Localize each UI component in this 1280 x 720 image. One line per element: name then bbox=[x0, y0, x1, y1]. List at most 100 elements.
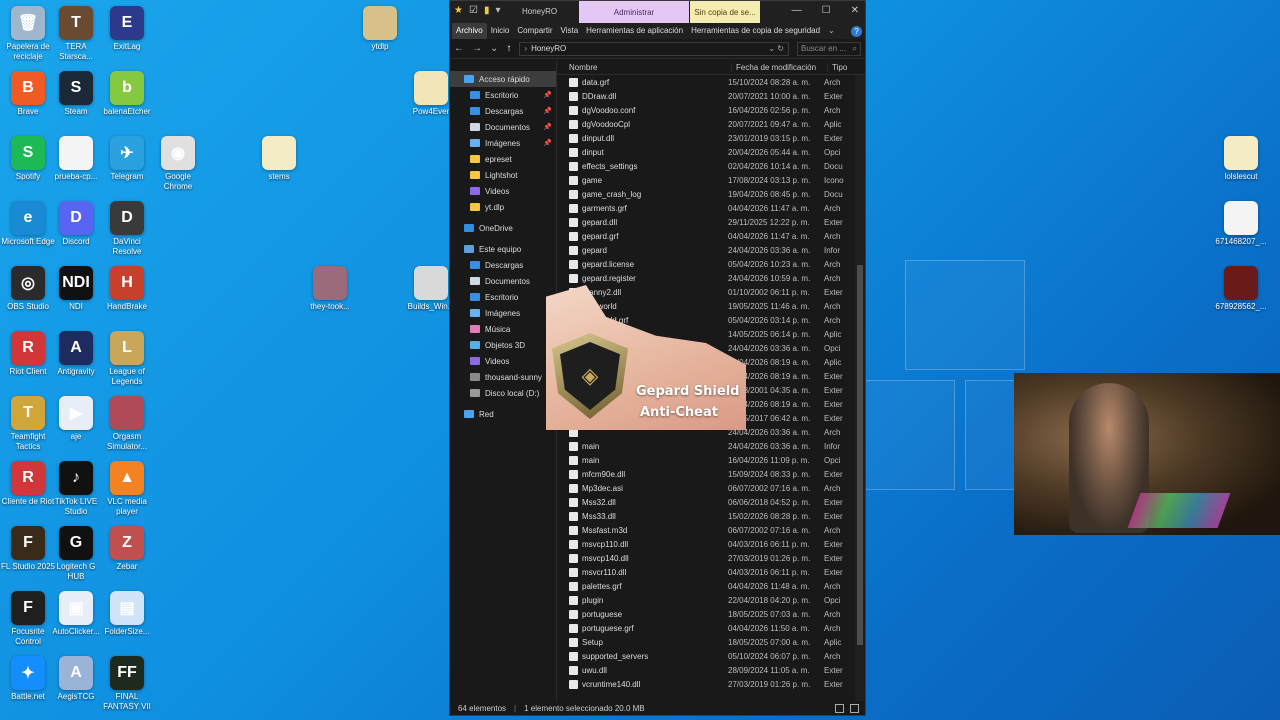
minimize-button[interactable]: — bbox=[792, 5, 802, 16]
expand-ribbon-icon[interactable]: ⌄ bbox=[824, 23, 839, 39]
file-row[interactable]: uwu.dll 28/09/2024 11:05 a. m. Exter bbox=[557, 663, 855, 677]
desktop-icon[interactable]: A AegisTCG bbox=[48, 656, 104, 702]
desktop-icon[interactable]: E ExitLag bbox=[99, 6, 155, 52]
desktop-icon[interactable]: G Logitech G HUB bbox=[48, 526, 104, 582]
refresh-icon[interactable]: ⌄ ↻ bbox=[768, 44, 784, 53]
file-row[interactable]: gepard.license 05/04/2026 10:23 a. m. Arch bbox=[557, 257, 855, 271]
file-row[interactable]: portuguese.grf 04/04/2026 11:50 a. m. Arch bbox=[557, 621, 855, 635]
nav-item[interactable]: epreset bbox=[450, 151, 556, 167]
file-row[interactable]: portuguese 18/05/2025 07:03 a. m. Arch bbox=[557, 607, 855, 621]
file-row[interactable]: Setup 18/05/2025 07:00 a. m. Aplic bbox=[557, 635, 855, 649]
nav-item[interactable]: Descargas bbox=[450, 257, 556, 273]
nav-item[interactable]: OneDrive bbox=[450, 220, 556, 236]
file-row[interactable]: gepard.grf 04/04/2026 11:47 a. m. Arch bbox=[557, 229, 855, 243]
file-row[interactable]: dgVoodoo.conf 16/04/2026 02:56 p. m. Arch bbox=[557, 103, 855, 117]
desktop-icon[interactable]: ▣ AutoClicker... bbox=[48, 591, 104, 637]
column-name[interactable]: Nombre bbox=[557, 63, 731, 72]
nav-item[interactable]: Este equipo bbox=[450, 241, 556, 257]
file-row[interactable]: msvcr110.dll 04/03/2016 06:11 p. m. Exter bbox=[557, 565, 855, 579]
file-row[interactable]: gepard.register 24/04/2026 10:59 a. m. Arc… bbox=[557, 271, 855, 285]
file-row[interactable]: garments.grf 04/04/2026 11:47 a. m. Arch bbox=[557, 201, 855, 215]
file-row[interactable]: game_crash_log 19/04/2026 08:45 p. m. Docu bbox=[557, 187, 855, 201]
file-row[interactable]: gepard.dll 29/11/2025 12:22 p. m. Exter bbox=[557, 215, 855, 229]
file-row[interactable]: dgVoodooCpl 20/07/2021 09:47 a. m. Aplic bbox=[557, 117, 855, 131]
column-type[interactable]: Tipo bbox=[827, 63, 857, 72]
nav-item[interactable]: Documentos 📌 bbox=[450, 119, 556, 135]
nav-item[interactable]: Acceso rápido bbox=[450, 71, 556, 87]
tab-compartir[interactable]: Compartir bbox=[513, 23, 556, 39]
recent-chevron-icon[interactable]: ⌄ bbox=[490, 43, 498, 54]
file-row[interactable]: mfcm90e.dll 15/09/2024 08:33 p. m. Exter bbox=[557, 467, 855, 481]
file-row[interactable]: Mp3dec.asi 06/07/2002 07:16 a. m. Arch bbox=[557, 481, 855, 495]
tab-archivo[interactable]: Archivo bbox=[452, 23, 487, 39]
file-row[interactable]: DDraw.dll 20/07/2021 10:00 a. m. Exter bbox=[557, 89, 855, 103]
desktop-icon[interactable]: ♪ TikTok LIVE Studio bbox=[48, 461, 104, 517]
file-row[interactable]: game 17/08/2024 03:13 p. m. Icono bbox=[557, 173, 855, 187]
file-row[interactable]: msvcp140.dll 27/03/2019 01:26 p. m. Exter bbox=[557, 551, 855, 565]
nav-item[interactable]: Imágenes 📌 bbox=[450, 135, 556, 151]
desktop-icon[interactable]: D DaVinci Resolve bbox=[99, 201, 155, 257]
file-row[interactable]: Mss33.dll 15/02/2026 08:28 p. m. Exter bbox=[557, 509, 855, 523]
back-arrow-icon[interactable]: ← bbox=[454, 43, 464, 54]
desktop-icon[interactable]: stems bbox=[251, 136, 307, 182]
tab-app-tools[interactable]: Herramientas de aplicación bbox=[582, 23, 687, 39]
file-row[interactable]: Mssfast.m3d 06/07/2002 07:16 a. m. Arch bbox=[557, 523, 855, 537]
checkbox-icon[interactable]: ☑ bbox=[469, 5, 478, 16]
desktop-icon[interactable]: NDI NDI bbox=[48, 266, 104, 312]
file-row[interactable]: effects_settings 02/04/2026 10:14 a. m. Do… bbox=[557, 159, 855, 173]
tab-vista[interactable]: Vista bbox=[557, 23, 583, 39]
desktop-icon[interactable]: ◉ Google Chrome bbox=[150, 136, 206, 192]
tab-inicio[interactable]: Inicio bbox=[487, 23, 514, 39]
context-tab-backup[interactable]: Sin copia de se... bbox=[690, 1, 760, 23]
scrollbar-thumb[interactable] bbox=[857, 265, 863, 645]
desktop-icon[interactable]: Orgasm Simulator... bbox=[99, 396, 155, 452]
desktop-icon[interactable]: they-took... bbox=[302, 266, 358, 312]
file-row[interactable]: palettes.grf 04/04/2026 11:48 a. m. Arch bbox=[557, 579, 855, 593]
nav-item[interactable]: Escritorio 📌 bbox=[450, 87, 556, 103]
tab-backup-tools[interactable]: Herramientas de copia de seguridad bbox=[687, 23, 824, 39]
file-row[interactable]: main 16/04/2026 11:09 p. m. Opci bbox=[557, 453, 855, 467]
vertical-scrollbar[interactable] bbox=[855, 75, 865, 701]
desktop-icon[interactable]: ytdlp bbox=[352, 6, 408, 52]
desktop-icon[interactable]: S Steam bbox=[48, 71, 104, 117]
large-icons-view-icon[interactable] bbox=[850, 703, 859, 713]
file-row[interactable]: dinput 20/04/2026 05:44 a. m. Opci bbox=[557, 145, 855, 159]
file-row[interactable]: gepard 24/04/2026 03:36 a. m. Infor bbox=[557, 243, 855, 257]
file-row[interactable]: supported_servers 05/10/2024 06:07 p. m. A… bbox=[557, 649, 855, 663]
desktop-icon[interactable]: ▲ VLC media player bbox=[99, 461, 155, 517]
nav-item[interactable]: Descargas 📌 bbox=[450, 103, 556, 119]
nav-item[interactable]: Videos bbox=[450, 183, 556, 199]
desktop-icon[interactable]: 678928562_... bbox=[1213, 266, 1269, 312]
desktop-icon[interactable]: D Discord bbox=[48, 201, 104, 247]
desktop-icon[interactable]: T TERA Starsca... bbox=[48, 6, 104, 62]
file-row[interactable]: plugin 22/04/2018 04:20 p. m. Opci bbox=[557, 593, 855, 607]
nav-item[interactable]: yt.dlp bbox=[450, 199, 556, 215]
desktop-icon[interactable]: ✈ Telegram bbox=[99, 136, 155, 182]
star-icon[interactable]: ★ bbox=[454, 5, 463, 16]
desktop-icon[interactable]: L League of Legends bbox=[99, 331, 155, 387]
file-row[interactable]: main 24/04/2026 03:36 a. m. Infor bbox=[557, 439, 855, 453]
desktop-icon[interactable]: A Antigravity bbox=[48, 331, 104, 377]
file-row[interactable]: vcruntime140.dll 27/03/2019 01:26 p. m. Ex… bbox=[557, 677, 855, 691]
desktop-icon[interactable]: H HandBrake bbox=[99, 266, 155, 312]
maximize-button[interactable]: ☐ bbox=[822, 5, 831, 16]
file-row[interactable]: msvcp110.dll 04/03/2016 06:11 p. m. Exter bbox=[557, 537, 855, 551]
desktop-icon[interactable]: 671468207_... bbox=[1213, 201, 1269, 247]
desktop-icon[interactable]: FF FINAL FANTASY VII bbox=[99, 656, 155, 712]
breadcrumb[interactable]: HoneyRO bbox=[531, 44, 566, 53]
desktop-icon[interactable]: lolslescut bbox=[1213, 136, 1269, 182]
file-row[interactable]: data.grf 15/10/2024 08:28 a. m. Arch bbox=[557, 75, 855, 89]
desktop-icon[interactable]: ▤ FolderSize... bbox=[99, 591, 155, 637]
forward-arrow-icon[interactable]: → bbox=[472, 43, 482, 54]
desktop-icon[interactable]: ▶ aje bbox=[48, 396, 104, 442]
details-view-icon[interactable] bbox=[835, 703, 844, 713]
column-date[interactable]: Fecha de modificación bbox=[731, 63, 827, 72]
help-icon[interactable]: ? bbox=[851, 25, 862, 37]
search-input[interactable]: Buscar en ... ⌕ bbox=[797, 41, 861, 56]
title-bar[interactable]: ★ ☑ ▮ ▾ HoneyRO Administrar Sin copia de… bbox=[450, 1, 865, 23]
desktop-icon[interactable]: b balenaEtcher bbox=[99, 71, 155, 117]
up-arrow-icon[interactable]: ↑ bbox=[506, 43, 511, 54]
desktop-icon[interactable]: prueba-cp... bbox=[48, 136, 104, 182]
desktop-icon[interactable]: Z Zebar bbox=[99, 526, 155, 572]
address-field[interactable]: › HoneyRO ⌄ ↻ bbox=[519, 41, 789, 56]
